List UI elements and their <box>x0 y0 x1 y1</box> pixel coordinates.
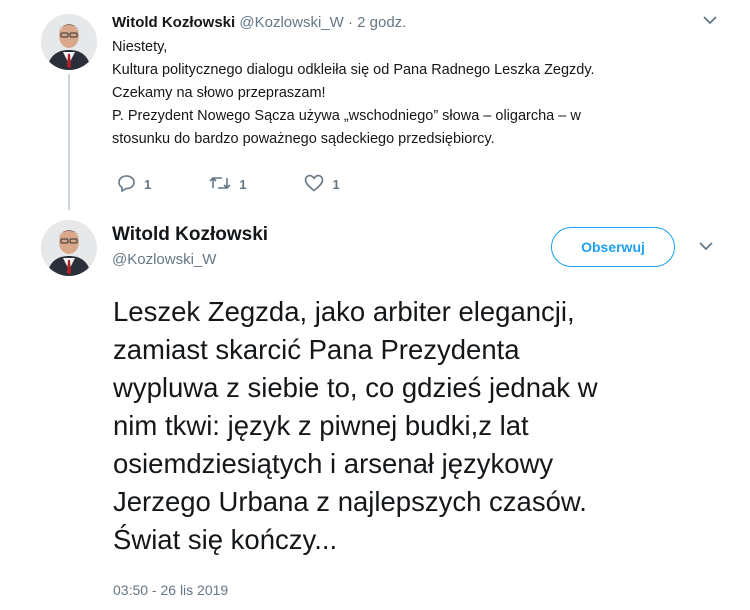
tweet2-handle[interactable]: @Kozlowski_W <box>112 250 216 270</box>
tweet2-timestamp[interactable]: 03:50 - 26 lis 2019 <box>113 582 228 598</box>
chevron-down-icon[interactable] <box>698 238 714 259</box>
avatar[interactable] <box>41 14 97 70</box>
follow-button[interactable]: Obserwuj <box>551 227 675 267</box>
tweet2-author-name[interactable]: Witold Kozłowski <box>112 223 268 247</box>
tweet1-header: Witold Kozłowski @Kozlowski_W · 2 godz. <box>112 13 406 33</box>
tweet1-line: stosunku do bardzo poważnego sądeckiego … <box>112 131 495 147</box>
tweet1-handle[interactable]: @Kozlowski_W <box>239 14 343 31</box>
tweet2-line: Świat się kończy... <box>113 524 338 555</box>
tweet1-author-name[interactable]: Witold Kozłowski <box>112 14 235 31</box>
chevron-down-icon[interactable] <box>702 12 718 33</box>
tweet2-line: osiemdziesiątych i arsenał językowy <box>113 448 554 479</box>
reply-icon <box>117 174 136 195</box>
tweet2-text: Leszek Zegzda, jako arbiter elegancji, z… <box>113 293 598 559</box>
tweet1-line: Czekamy na słowo przepraszam! <box>112 85 326 101</box>
tweet2-line: Jerzego Urbana z najlepszych czasów. <box>113 486 587 517</box>
like-count: 1 <box>332 177 340 192</box>
tweet1-separator: · <box>347 14 353 31</box>
reply-count: 1 <box>144 177 152 192</box>
tweet1-line: Kultura politycznego dialogu odkleiła si… <box>112 62 595 78</box>
tweet2-line: zamiast skarcić Pana Prezydenta <box>113 334 520 365</box>
retweet-count: 1 <box>239 177 247 192</box>
reply-button[interactable]: 1 <box>117 174 151 195</box>
tweet1-time[interactable]: 2 godz. <box>357 14 406 31</box>
retweet-icon <box>209 175 231 194</box>
tweet2-line: Leszek Zegzda, jako arbiter elegancji, <box>113 296 575 327</box>
tweet1-line: P. Prezydent Nowego Sącza używa „wschodn… <box>112 108 581 124</box>
like-icon <box>304 174 324 195</box>
tweet2-line: nim tkwi: język z piwnej budki,z lat <box>113 410 529 441</box>
tweet2-line: wypluwa z siebie to, co gdzieś jednak w <box>113 372 598 403</box>
avatar[interactable] <box>41 220 97 276</box>
like-button[interactable]: 1 <box>304 174 340 195</box>
thread-connector-line <box>68 74 70 210</box>
retweet-button[interactable]: 1 <box>209 175 246 194</box>
tweet1-text: Niestety, Kultura politycznego dialogu o… <box>112 36 595 151</box>
tweet1-line: Niestety, <box>112 39 168 55</box>
tweet1-actions: 1 1 1 <box>117 174 398 195</box>
